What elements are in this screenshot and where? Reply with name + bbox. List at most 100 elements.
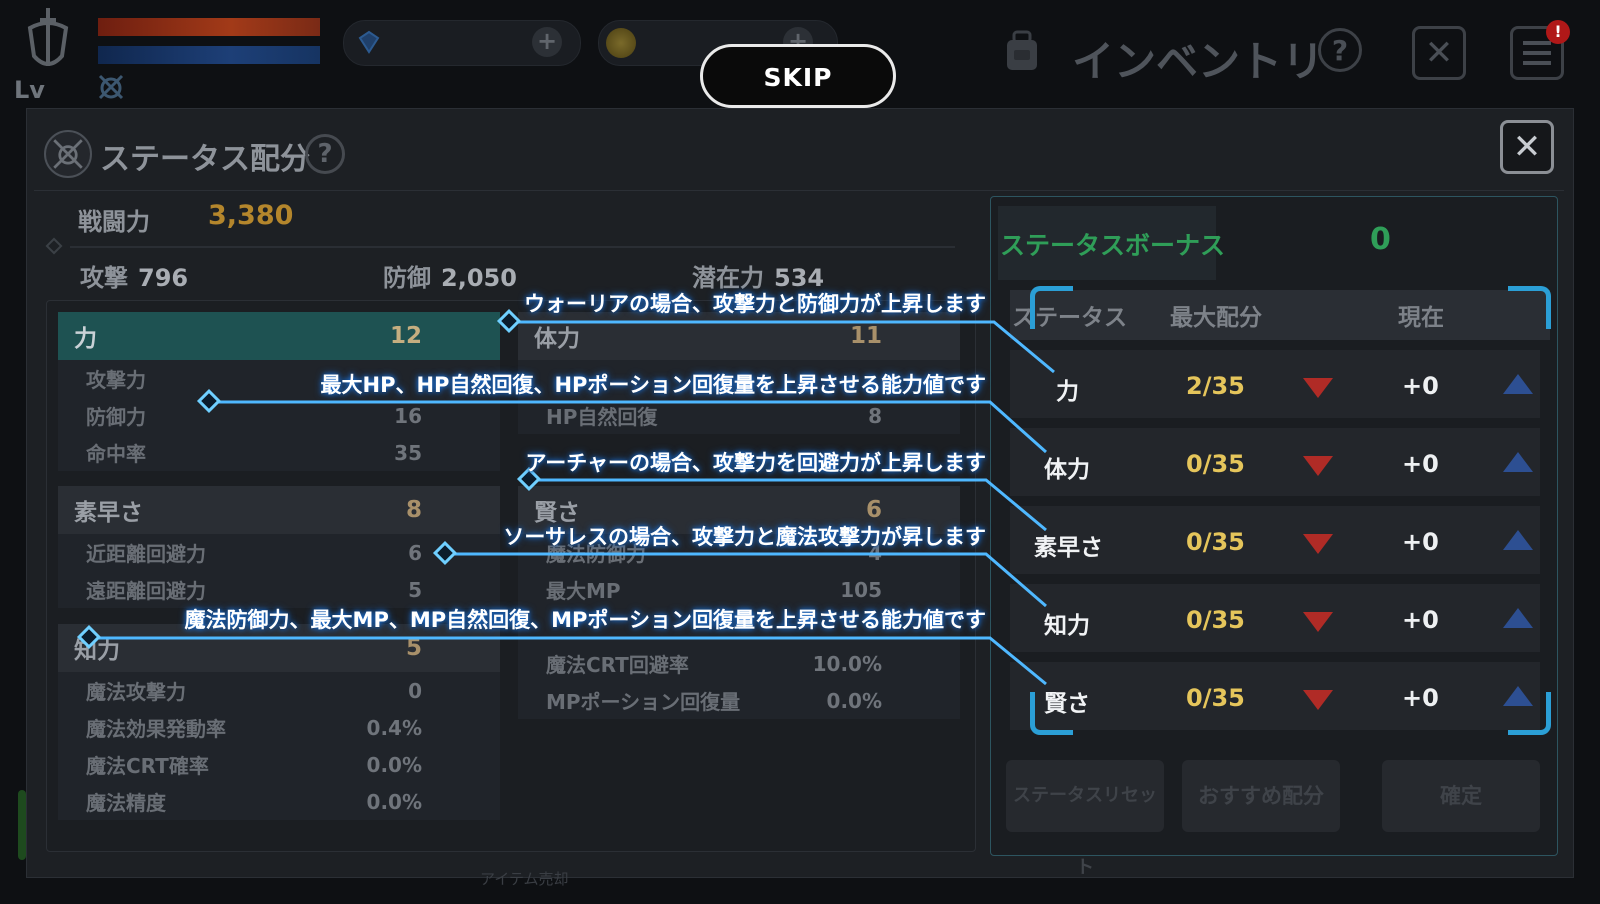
stat-name: 知力 (74, 638, 120, 664)
mp-bar (98, 46, 320, 64)
stat-row-value: 0.0% (366, 789, 422, 814)
status-bonus-label: ステータスボーナス (1000, 231, 1226, 260)
stat-row: 命中率 35 (58, 434, 500, 471)
decrease-arrow-icon[interactable] (1303, 378, 1333, 398)
stat-row: 最大MP 105 (518, 571, 960, 608)
attack-summary: 攻撃 796 (80, 258, 188, 293)
stat-row-value: 0.4% (366, 715, 422, 740)
combat-power-value: 3,380 (208, 200, 294, 231)
stat-block-intelligence[interactable]: 知力 5 魔法攻撃力 0 魔法効果発動率 0.4% 魔法CRT確率 0.0% 魔法精度… (58, 624, 500, 820)
highlight-bracket-bl (1030, 692, 1073, 735)
stat-row-label: HP自然回復 (546, 405, 658, 429)
header-divider (34, 190, 1564, 191)
decrease-arrow-icon[interactable] (1303, 534, 1333, 554)
stat-row-label: 防御力 (86, 405, 146, 429)
gold-coin-icon (606, 28, 636, 58)
stat-name: 力 (74, 326, 97, 352)
bonus-current-value: +0 (1402, 684, 1439, 712)
stat-value: 8 (405, 497, 422, 523)
stat-row: 魔法精度 0.0% (58, 783, 500, 820)
bonus-max-value: 0/35 (1186, 684, 1245, 712)
hp-bar (98, 18, 320, 36)
stat-header-agility: 素早さ 8 (58, 486, 500, 534)
stat-value: 5 (405, 635, 422, 661)
add-gem-button[interactable]: + (532, 27, 562, 57)
stat-block-agility[interactable]: 素早さ 8 近距離回避力 6 遠距離回避力 5 (58, 486, 500, 608)
status-reset-button[interactable]: ステータスリセット (1006, 760, 1164, 878)
left-edge-indicator (18, 790, 26, 860)
stat-row: 魔法CRT回避率 10.0% (518, 645, 960, 682)
stat-row-label: 魔法効果発動率 (86, 717, 226, 741)
stat-row-value: 0 (408, 678, 422, 703)
menu-notification-badge: ! (1546, 20, 1570, 44)
combat-power-label: 戦闘力 (78, 208, 150, 236)
stat-row-label: 命中率 (86, 442, 146, 466)
stat-row: 魔法効果発動率 0.4% (58, 709, 500, 746)
tip-vitality: 最大HP、HP自然回復、HPポーション回復量を上昇させる能力値です (320, 373, 986, 397)
bonus-current-value: +0 (1402, 450, 1439, 478)
decrease-arrow-icon[interactable] (1303, 612, 1333, 632)
tip-intelligence: ソーサレスの場合、攻撃力と魔法攻撃力が昇します (503, 525, 986, 549)
dialog-close-button[interactable]: ✕ (1500, 120, 1554, 174)
tip-strength: ウォーリアの場合、攻撃力と防御力が上昇します (524, 292, 986, 316)
skip-button[interactable]: SKIP (700, 44, 896, 108)
stat-row-value: 0.0% (366, 752, 422, 777)
bonus-current-value: +0 (1402, 372, 1439, 400)
stat-row-label: 魔法精度 (86, 791, 166, 815)
footer-ghost-text: アイテム売却 (480, 870, 569, 888)
stat-row-label: 攻撃力 (86, 368, 146, 392)
inventory-help-button[interactable]: ? (1318, 28, 1362, 72)
stat-row-value: 10.0% (812, 651, 882, 676)
bonus-max-value: 0/35 (1186, 606, 1245, 634)
stat-row-label: MPポーション回復量 (546, 690, 741, 714)
stat-row-label: 最大MP (546, 579, 621, 603)
increase-arrow-icon[interactable] (1503, 530, 1533, 550)
increase-arrow-icon[interactable] (1503, 608, 1533, 628)
recommended-allocation-button[interactable]: おすすめ配分 (1182, 760, 1340, 832)
stat-row-value: 5 (408, 577, 422, 602)
attack-label: 攻撃 (80, 264, 128, 292)
level-label: Lv (14, 76, 45, 104)
bonus-stat-name: 素早さ (1034, 535, 1103, 561)
bonus-stat-name: 知力 (1044, 613, 1090, 639)
highlight-bracket-tr (1508, 286, 1551, 329)
highlight-bracket-br (1508, 692, 1551, 735)
stat-row-value: 8 (868, 403, 882, 428)
defense-value: 2,050 (441, 264, 517, 292)
bonus-max-value: 0/35 (1186, 450, 1245, 478)
bonus-max-value: 0/35 (1186, 528, 1245, 556)
decrease-arrow-icon[interactable] (1303, 456, 1333, 476)
stat-row-label: 魔法攻撃力 (86, 680, 186, 704)
stat-row-label: 魔法CRT回避率 (546, 653, 689, 677)
col-max-header: 最大配分 (1170, 305, 1262, 331)
combat-power-divider (70, 246, 955, 248)
stat-row: 遠距離回避力 5 (58, 571, 500, 608)
stat-name: 体力 (534, 326, 580, 352)
gem-icon (358, 30, 380, 54)
dialog-help-button[interactable]: ? (305, 134, 345, 174)
bonus-current-value: +0 (1402, 528, 1439, 556)
stat-row: 防御力 16 (58, 397, 500, 434)
bonus-stat-name: 体力 (1044, 457, 1090, 483)
highlight-bracket-tl (1030, 286, 1073, 329)
stat-row: 魔法攻撃力 0 (58, 672, 500, 709)
confirm-button[interactable]: 確定 (1382, 760, 1540, 832)
sword-shield-emblem-icon (27, 8, 69, 66)
bonus-current-value: +0 (1402, 606, 1439, 634)
attack-value: 796 (138, 264, 189, 292)
defense-label: 防御 (383, 264, 431, 292)
stat-value: 12 (389, 323, 422, 349)
inventory-close-button[interactable]: ✕ (1412, 26, 1466, 80)
stat-row-label: 魔法CRT確率 (86, 754, 209, 778)
stat-row-value: 6 (408, 540, 422, 565)
increase-arrow-icon[interactable] (1503, 374, 1533, 394)
increase-arrow-icon[interactable] (1503, 452, 1533, 472)
stat-row-value: 0.0% (826, 688, 882, 713)
stat-value: 6 (865, 497, 882, 523)
stat-value: 11 (849, 323, 882, 349)
bonus-stat-name: 力 (1056, 379, 1079, 405)
decrease-arrow-icon[interactable] (1303, 690, 1333, 710)
stat-row-value: 105 (840, 577, 882, 602)
stat-row-value: 35 (394, 440, 422, 465)
stat-row-label: 近距離回避力 (86, 542, 206, 566)
